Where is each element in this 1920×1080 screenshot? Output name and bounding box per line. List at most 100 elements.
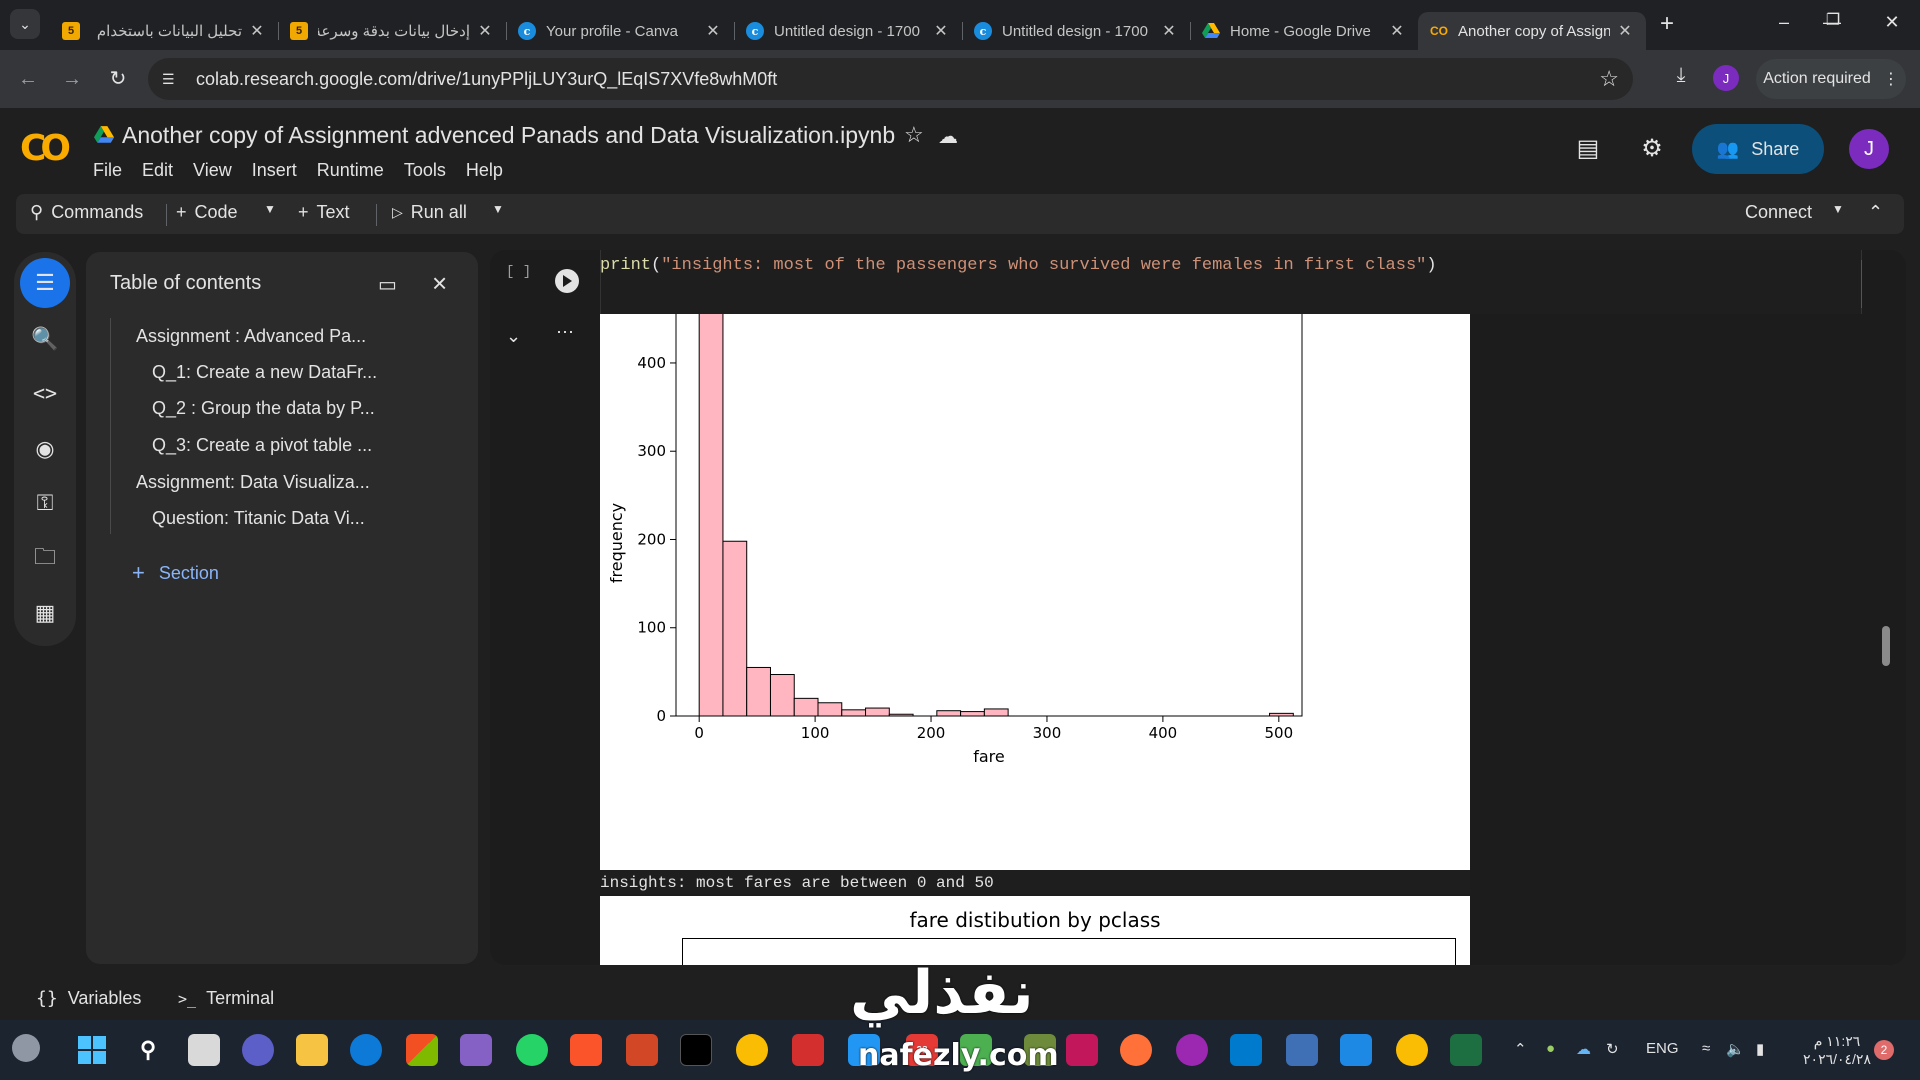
toc-item[interactable]: Assignment : Advanced Pa... bbox=[136, 326, 366, 347]
browser-tab[interactable]: Home - Google Drive ✕ bbox=[1190, 12, 1418, 50]
toc-item[interactable]: Question: Titanic Data Vi... bbox=[152, 508, 365, 529]
battery-icon[interactable]: ▮ bbox=[1756, 1040, 1764, 1058]
collapse-header-button[interactable]: ⌃ bbox=[1868, 202, 1883, 223]
file-explorer-icon[interactable] bbox=[296, 1034, 328, 1066]
menu-help[interactable]: Help bbox=[466, 160, 503, 181]
wps-icon[interactable] bbox=[792, 1034, 824, 1066]
scrollbar-thumb[interactable] bbox=[1882, 626, 1890, 666]
azure-icon[interactable] bbox=[1340, 1034, 1372, 1066]
code-dropdown[interactable]: ▼ bbox=[264, 202, 276, 216]
tab-close-icon[interactable]: ✕ bbox=[704, 21, 722, 41]
language-indicator[interactable]: ENG bbox=[1646, 1040, 1679, 1057]
variable-inspector-icon[interactable]: ◉ bbox=[20, 424, 70, 474]
tab-close-icon[interactable]: ✕ bbox=[248, 21, 266, 41]
folder-icon[interactable]: 🗀 bbox=[20, 534, 70, 584]
table-icon[interactable]: ▦ bbox=[20, 588, 70, 638]
color-picker-icon[interactable] bbox=[1176, 1034, 1208, 1066]
tab-close-icon[interactable]: ✕ bbox=[1160, 21, 1178, 41]
menu-runtime[interactable]: Runtime bbox=[317, 160, 384, 181]
add-code-button[interactable]: + Code bbox=[176, 202, 238, 223]
run-cell-button[interactable] bbox=[555, 269, 579, 293]
brave-icon[interactable] bbox=[570, 1034, 602, 1066]
menu-edit[interactable]: Edit bbox=[142, 160, 173, 181]
terminal-button[interactable]: >_ Terminal bbox=[178, 988, 274, 1009]
variables-button[interactable]: {} Variables bbox=[36, 988, 141, 1009]
browser-tab[interactable]: c Untitled design - 1700 ✕ bbox=[734, 12, 962, 50]
tab-close-icon[interactable]: ✕ bbox=[476, 21, 494, 41]
wifi-icon[interactable]: ≈ bbox=[1702, 1040, 1710, 1057]
search-icon[interactable]: ⚲ bbox=[132, 1034, 164, 1066]
clock[interactable]: ١١:٢٦ م ٢٠٢٦/٠٤/٢٨ bbox=[1796, 1032, 1878, 1068]
tab-close-icon[interactable]: ✕ bbox=[1616, 21, 1634, 41]
close-window-button[interactable]: ✕ bbox=[1872, 12, 1912, 33]
toc-item[interactable]: Q_3: Create a pivot table ... bbox=[152, 435, 372, 456]
new-tab-button[interactable]: + bbox=[1652, 10, 1682, 38]
cloud-icon[interactable]: ☁ bbox=[938, 124, 958, 149]
bookmark-star-icon[interactable]: ☆ bbox=[1599, 66, 1619, 92]
vscode-icon[interactable] bbox=[1230, 1034, 1262, 1066]
notification-badge[interactable]: 2 bbox=[1874, 1040, 1894, 1060]
edge-icon[interactable] bbox=[350, 1034, 382, 1066]
excel-icon[interactable] bbox=[1450, 1034, 1482, 1066]
comments-icon[interactable]: ▤ bbox=[1572, 134, 1604, 163]
address-bar[interactable]: ☰ colab.research.google.com/drive/1unyPP… bbox=[148, 58, 1633, 100]
weather-icon[interactable] bbox=[12, 1034, 40, 1062]
reload-button[interactable]: ↻ bbox=[104, 66, 132, 94]
windows-start-icon[interactable] bbox=[76, 1034, 108, 1066]
more-horiz-icon[interactable]: ⋯ bbox=[556, 322, 574, 343]
tray-sync-icon[interactable]: ↻ bbox=[1606, 1040, 1619, 1058]
tray-app-icon[interactable]: ● bbox=[1546, 1040, 1555, 1057]
browser-tab[interactable]: c Your profile - Canva ✕ bbox=[506, 12, 734, 50]
tray-overflow-icon[interactable]: ⌃ bbox=[1514, 1040, 1527, 1058]
download-icon[interactable]: ⤓ bbox=[1666, 64, 1696, 87]
minimize-window-button[interactable]: – bbox=[1764, 12, 1804, 33]
menu-insert[interactable]: Insert bbox=[252, 160, 297, 181]
colab-logo[interactable]: CO bbox=[20, 128, 71, 169]
star-icon[interactable]: ☆ bbox=[904, 122, 924, 148]
browser-tab-active[interactable]: CO Another copy of Assignment ✕ bbox=[1418, 12, 1646, 50]
store-icon[interactable] bbox=[406, 1034, 438, 1066]
toc-item[interactable]: Assignment: Data Visualiza... bbox=[136, 472, 370, 493]
task-view-icon[interactable] bbox=[188, 1034, 220, 1066]
tiktok-icon[interactable] bbox=[680, 1034, 712, 1066]
firefox-icon[interactable] bbox=[1120, 1034, 1152, 1066]
connect-dropdown[interactable]: ▼ bbox=[1832, 202, 1844, 216]
toc-item[interactable]: Q_1: Create a new DataFr... bbox=[152, 362, 377, 383]
access-icon[interactable] bbox=[1066, 1034, 1098, 1066]
collapse-output-icon[interactable]: ⌄ bbox=[506, 326, 521, 347]
tab-close-icon[interactable]: ✕ bbox=[932, 21, 950, 41]
browser-tab[interactable]: c Untitled design - 1700 ✕ bbox=[962, 12, 1190, 50]
menu-view[interactable]: View bbox=[193, 160, 232, 181]
add-section-button[interactable]: + Section bbox=[132, 560, 219, 586]
browser-profile-avatar[interactable]: J bbox=[1713, 65, 1739, 91]
back-button[interactable]: ← bbox=[14, 66, 42, 94]
chrome-profile-icon[interactable] bbox=[1396, 1034, 1428, 1066]
forward-button[interactable]: → bbox=[58, 66, 86, 94]
restore-button[interactable]: ❐ bbox=[1813, 10, 1853, 30]
code-cell[interactable]: [ ] print("insights: most of the passeng… bbox=[490, 250, 1872, 314]
share-button[interactable]: 👥 Share bbox=[1692, 124, 1824, 174]
toc-icon[interactable]: ☰ bbox=[20, 258, 70, 308]
run-all-button[interactable]: ▷ Run all bbox=[392, 202, 467, 223]
secrets-key-icon[interactable]: ⚿ bbox=[20, 478, 70, 528]
toc-item[interactable]: Q_2 : Group the data by P... bbox=[152, 398, 375, 419]
site-info-icon[interactable]: ☰ bbox=[162, 71, 184, 88]
close-icon[interactable]: × bbox=[432, 268, 447, 299]
chrome-icon[interactable] bbox=[736, 1034, 768, 1066]
find-icon[interactable]: 🔍 bbox=[20, 314, 70, 364]
visual-studio-icon[interactable] bbox=[460, 1034, 492, 1066]
open-in-tab-icon[interactable]: ▭ bbox=[378, 272, 397, 297]
action-required-button[interactable]: Action required ⋮ bbox=[1756, 59, 1906, 99]
menu-file[interactable]: File bbox=[93, 160, 122, 181]
menu-tools[interactable]: Tools bbox=[404, 160, 446, 181]
add-text-button[interactable]: + Text bbox=[298, 202, 350, 223]
browser-tab[interactable]: 5 إدخال بيانات بدقة وسرعة ✕ bbox=[278, 12, 506, 50]
commands-button[interactable]: ⚲ Commands bbox=[30, 202, 143, 223]
code-line[interactable]: print("insights: most of the passengers … bbox=[600, 256, 1437, 275]
tab-close-icon[interactable]: ✕ bbox=[1388, 21, 1406, 41]
snipping-icon[interactable] bbox=[1286, 1034, 1318, 1066]
powerpoint-icon[interactable] bbox=[626, 1034, 658, 1066]
meet-icon[interactable] bbox=[242, 1034, 274, 1066]
tab-search-button[interactable]: ⌄ bbox=[10, 9, 40, 39]
volume-icon[interactable]: 🔈 bbox=[1726, 1040, 1745, 1058]
